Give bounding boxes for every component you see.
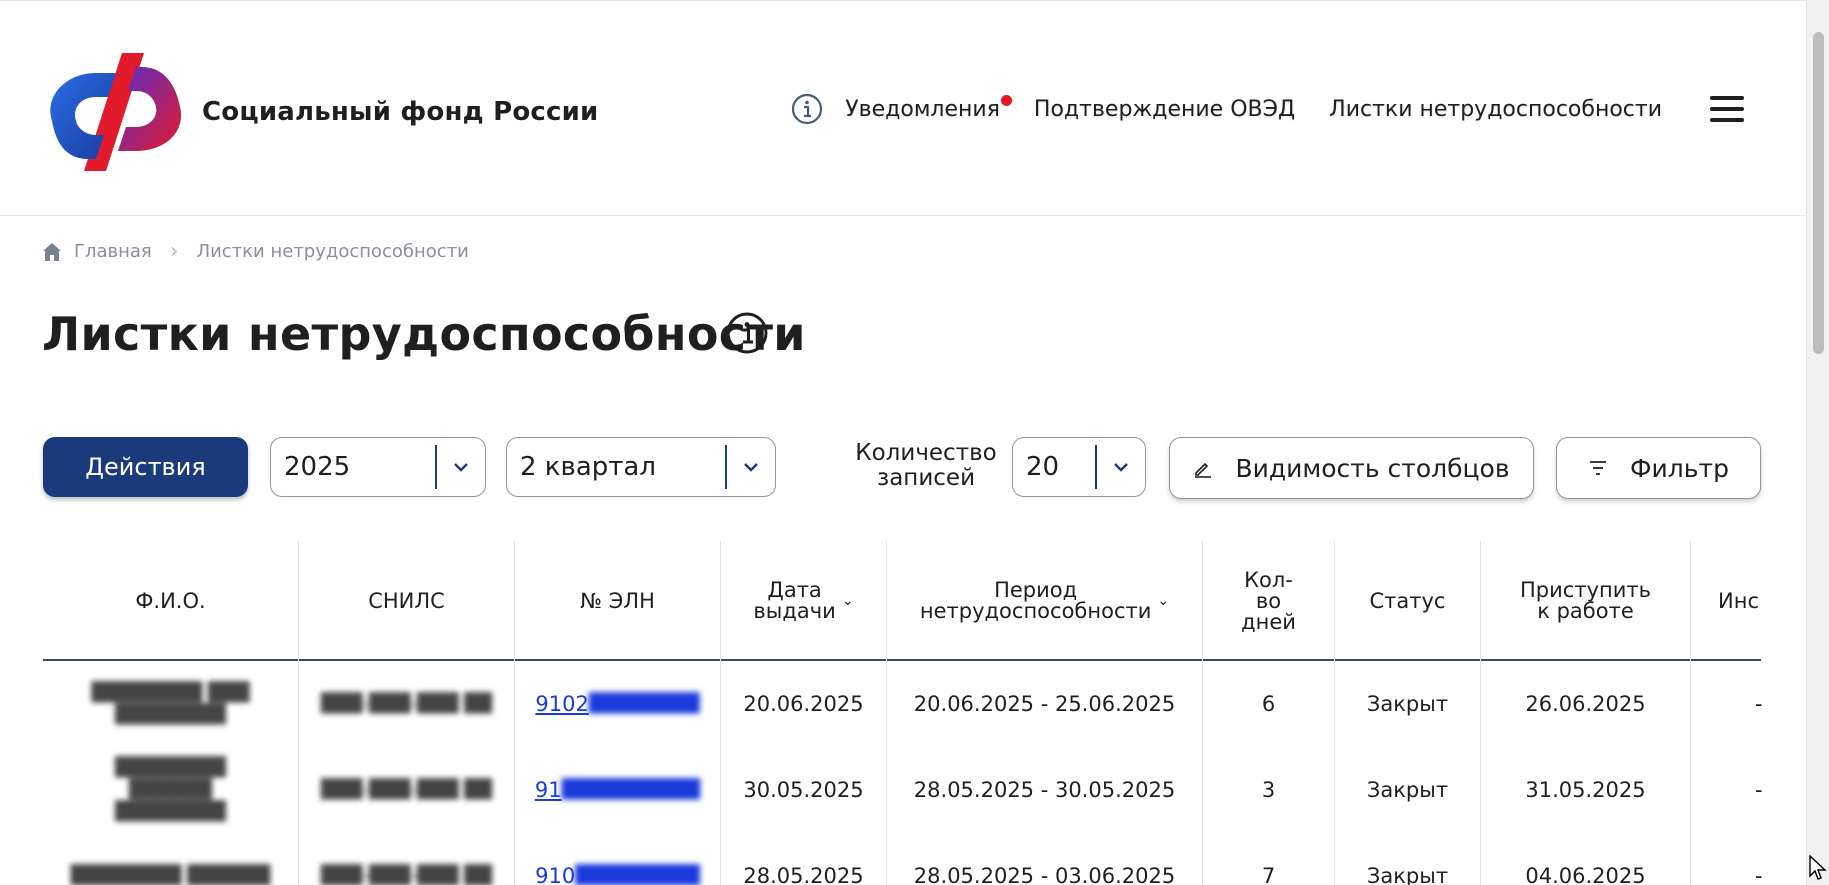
sick-leave-table: Ф.И.О. СНИЛС № ЭЛН Дата выдачи ⌄ Период … [43,541,1763,885]
records-count-label-line2: записей [876,465,976,491]
col-issue-date-l2: выдачи [753,599,836,623]
col-fio[interactable]: Ф.И.О. [43,541,299,661]
col-days-l1: Кол- [1244,567,1293,592]
eln-link[interactable]: 9102 [535,692,588,716]
page: Социальный фонд России Уведомления Подтв… [0,0,1806,885]
cell-status: Закрыт [1335,833,1481,885]
column-visibility-button[interactable]: Видимость столбцов [1169,437,1534,499]
table-header: Ф.И.О. СНИЛС № ЭЛН Дата выдачи ⌄ Период … [43,541,1761,661]
col-return-l1: Приступить [1520,578,1651,602]
vertical-scrollbar[interactable] [1806,0,1829,885]
cell-period: 28.05.2025 - 03.06.2025 [887,833,1203,885]
filter-label: Фильтр [1630,453,1729,483]
chevron-right-icon: › [169,239,179,264]
cell-status: Закрыт [1335,661,1481,747]
site-header: Социальный фонд России Уведомления Подтв… [0,1,1806,216]
cell-return: 31.05.2025 [1481,747,1691,833]
col-period-l1: Период [994,578,1078,602]
cell-return: 04.06.2025 [1481,833,1691,885]
cell-extra: - [1755,864,1763,885]
cell-eln[interactable]: 91 ██████████ [515,747,721,833]
cell-period: 20.06.2025 - 25.06.2025 [887,661,1203,747]
eln-link[interactable]: 910 [535,864,575,885]
col-days-l2: во [1255,588,1282,613]
breadcrumb-home[interactable]: Главная [74,241,152,262]
home-icon[interactable] [42,242,62,262]
cell-issue-date: 20.06.2025 [721,661,887,747]
nav-notifications-label: Уведомления [845,96,1000,122]
quarter-select[interactable]: 2 квартал [506,437,776,497]
hamburger-icon[interactable] [1710,96,1744,122]
quarter-value: 2 квартал [520,452,656,482]
actions-button[interactable]: Действия [43,437,248,497]
cell-return: 26.06.2025 [1481,661,1691,747]
records-count-select[interactable]: 20 [1012,437,1146,497]
cell-eln[interactable]: 910 █████████ [515,833,721,885]
col-status[interactable]: Статус [1335,541,1481,661]
records-count-label-line1: Количество [855,440,997,466]
cell-issue-date: 30.05.2025 [721,747,887,833]
table-body: ████████ ███ ████████ ███-███-███ ██ 910… [43,661,1763,885]
table-row[interactable]: ████████ ███ ████████ ███-███-███ ██ 910… [43,661,1763,747]
col-period-l2: нетрудоспособности [919,599,1152,623]
table-row[interactable]: ████████ ██████ ███-███-███ ██ 910 ██████… [43,833,1763,885]
cell-days: 7 [1203,833,1335,885]
page-title: Листки нетрудоспособности [42,307,806,361]
year-value: 2025 [284,452,351,482]
cell-snils: ███-███-███ ██ [299,661,515,747]
cell-days: 3 [1203,747,1335,833]
cell-fio: ████████ ██████ [43,833,299,885]
nav-notifications[interactable]: Уведомления [845,94,1012,122]
cell-fio: ████████ ██████ ████████ [43,747,299,833]
chevron-down-icon[interactable] [727,437,775,497]
info-icon[interactable] [791,93,823,125]
pencil-icon [1195,462,1212,478]
col-period[interactable]: Период нетрудоспособности ⌄ [887,541,1203,661]
col-days[interactable]: Кол- во дней [1203,541,1335,661]
col-issue-date-l1: Дата [767,578,822,602]
col-eln[interactable]: № ЭЛН [515,541,721,661]
cell-fio: ████████ ███ ████████ [43,661,299,747]
top-nav: Уведомления Подтверждение ОВЭД Листки не… [791,93,1744,125]
breadcrumb: Главная › Листки нетрудоспособности [42,239,469,264]
col-snils[interactable]: СНИЛС [299,541,515,661]
info-icon[interactable] [726,312,768,354]
cell-snils: ███-███-███ ██ [299,747,515,833]
col-issue-date[interactable]: Дата выдачи ⌄ [721,541,887,661]
col-return[interactable]: Приступить к работе [1481,541,1691,661]
notification-dot [1000,94,1012,106]
cell-extra: - [1755,692,1763,716]
brand-name[interactable]: Социальный фонд России [202,97,598,127]
column-visibility-label: Видимость столбцов [1235,453,1510,483]
sort-chevron-icon[interactable]: ⌄ [1157,591,1169,612]
col-extra[interactable]: Инс [1691,541,1761,661]
cell-status: Закрыт [1335,747,1481,833]
year-select[interactable]: 2025 [270,437,486,497]
col-days-l3: дней [1241,609,1296,634]
nav-sick-leaves[interactable]: Листки нетрудоспособности [1329,97,1662,122]
chevron-down-icon[interactable] [1097,437,1145,497]
records-count-value: 20 [1026,452,1060,482]
cell-issue-date: 28.05.2025 [721,833,887,885]
cell-period: 28.05.2025 - 30.05.2025 [887,747,1203,833]
nav-ovzd[interactable]: Подтверждение ОВЭД [1034,97,1295,122]
cell-snils: ███-███-███ ██ [299,833,515,885]
scrollbar-thumb[interactable] [1813,32,1824,354]
cell-extra: - [1755,778,1763,802]
filter-icon [1590,461,1607,475]
table-row[interactable]: ████████ ██████ ████████ ███-███-███ ██ … [43,747,1763,833]
filter-button[interactable]: Фильтр [1556,437,1761,499]
sort-chevron-icon[interactable]: ⌄ [842,591,854,612]
cell-eln[interactable]: 9102 ████████ [515,661,721,747]
records-count-label: Количество записей [848,441,1004,491]
col-return-l2: к работе [1537,599,1634,623]
cell-days: 6 [1203,661,1335,747]
mouse-cursor-icon [1809,855,1827,880]
breadcrumb-current: Листки нетрудоспособности [196,241,469,262]
sfr-logo[interactable] [44,51,188,173]
eln-link[interactable]: 91 [535,778,562,802]
chevron-down-icon[interactable] [437,437,485,497]
